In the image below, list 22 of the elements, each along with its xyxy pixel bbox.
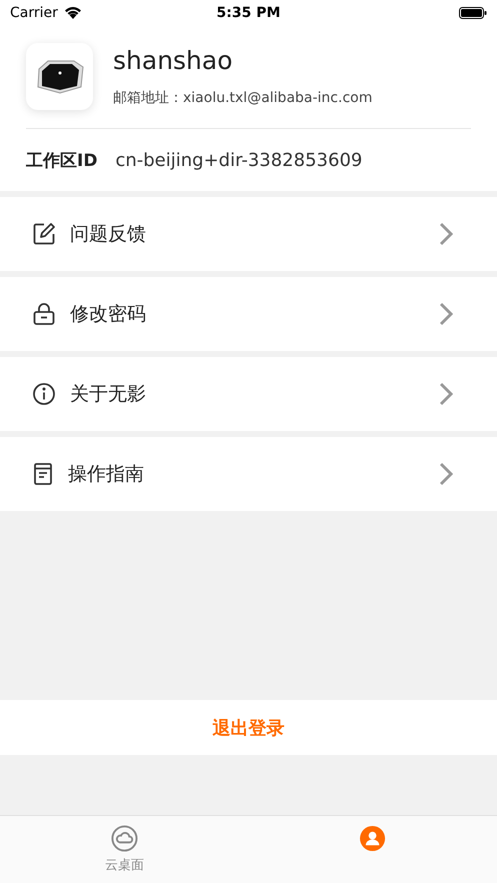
chevron-right-icon bbox=[439, 462, 453, 486]
carrier-label: Carrier bbox=[10, 4, 58, 20]
menu-item[interactable]: 操作指南 bbox=[0, 437, 497, 511]
lock-icon bbox=[32, 302, 56, 326]
document-icon bbox=[32, 462, 54, 486]
user-name: shanshao bbox=[113, 46, 234, 75]
clock-time: 5:35 PM bbox=[216, 4, 280, 20]
wifi-icon bbox=[64, 6, 82, 19]
info-icon bbox=[32, 382, 56, 406]
workspace-label: 工作区ID bbox=[26, 150, 98, 172]
cloud-icon bbox=[110, 825, 138, 852]
chevron-right-icon bbox=[439, 382, 453, 406]
menu-item[interactable]: 关于无影 bbox=[0, 357, 497, 431]
edit-icon bbox=[32, 222, 56, 246]
battery-icon bbox=[459, 6, 487, 18]
chevron-right-icon bbox=[439, 222, 453, 246]
chevron-right-icon bbox=[439, 302, 453, 326]
workspace-id: cn-beijing+dir-3382853609 bbox=[115, 150, 362, 170]
menu-item[interactable]: 问题反馈 bbox=[0, 197, 497, 271]
user-icon bbox=[359, 825, 386, 852]
menu-item[interactable]: 修改密码 bbox=[0, 277, 497, 351]
email-address: 邮箱地址：xiaolu.txl@alibaba-inc.com bbox=[113, 89, 372, 107]
